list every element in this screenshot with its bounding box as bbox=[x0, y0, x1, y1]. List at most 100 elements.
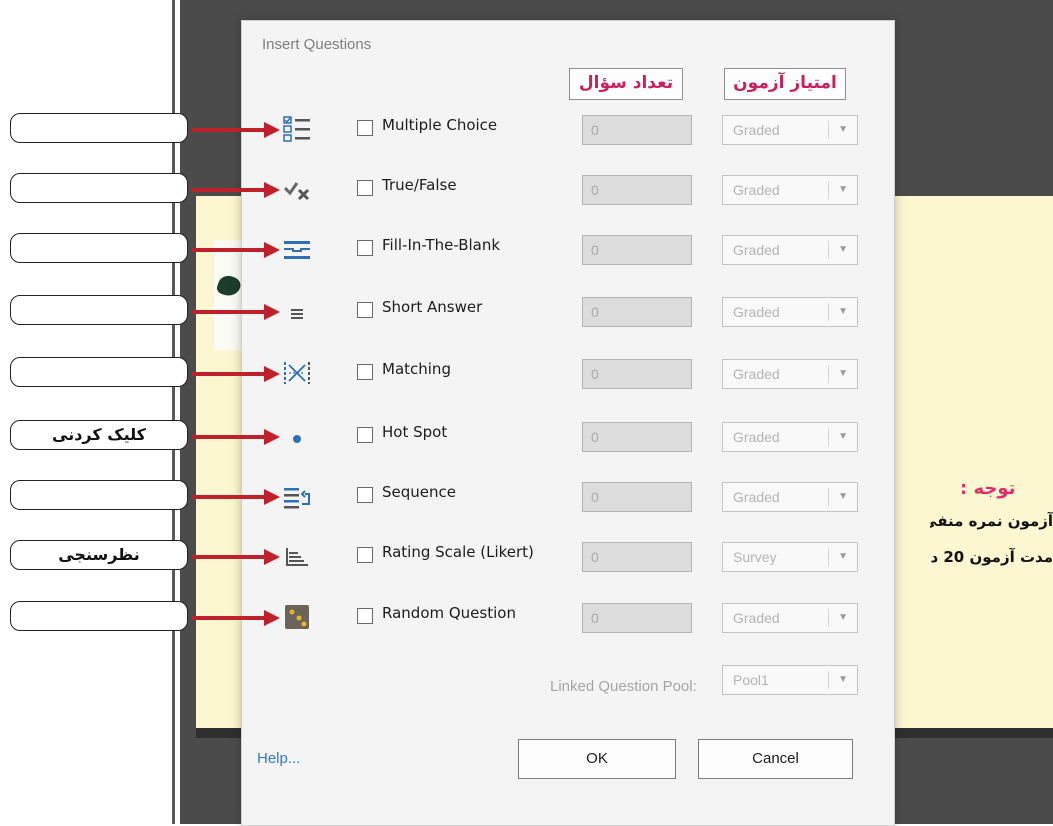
question-type-row: کلیک کردنی Hot Spot 0 Graded ▼ bbox=[0, 417, 1053, 457]
cancel-button[interactable]: Cancel bbox=[698, 739, 853, 779]
callout-box: کلیک کردنی bbox=[10, 420, 188, 450]
grading-mode-select[interactable]: Graded ▼ bbox=[722, 603, 858, 633]
question-type-label: Multiple Choice bbox=[382, 116, 498, 134]
question-type-row: Fill-In-The-Blank 0 Graded ▼ bbox=[0, 230, 1053, 270]
dropdown-arrow-icon: ▼ bbox=[838, 674, 848, 685]
question-type-checkbox[interactable] bbox=[357, 240, 373, 256]
question-type-label: Matching bbox=[382, 360, 451, 378]
question-type-label: Random Question bbox=[382, 604, 516, 622]
linked-pool-select[interactable]: Pool1 ▼ bbox=[722, 665, 858, 695]
question-type-checkbox[interactable] bbox=[357, 487, 373, 503]
callout-box bbox=[10, 173, 188, 203]
grading-mode-value: Graded bbox=[733, 242, 780, 258]
question-type-row: Random Question 0 Graded ▼ bbox=[0, 598, 1053, 638]
question-type-checkbox[interactable] bbox=[357, 547, 373, 563]
arrow-icon bbox=[192, 366, 280, 382]
question-type-label: Fill-In-The-Blank bbox=[382, 236, 501, 254]
arrow-icon bbox=[192, 182, 280, 198]
rating-scale-icon bbox=[280, 541, 314, 571]
dropdown-arrow-icon: ▼ bbox=[838, 368, 848, 379]
arrow-icon bbox=[192, 304, 280, 320]
callout-box: نظرسنجی bbox=[10, 540, 188, 570]
grading-mode-select[interactable]: Graded ▼ bbox=[722, 115, 858, 145]
grading-mode-value: Graded bbox=[733, 182, 780, 198]
question-type-row: True/False 0 Graded ▼ bbox=[0, 170, 1053, 210]
question-type-label: Short Answer bbox=[382, 298, 483, 316]
question-type-checkbox[interactable] bbox=[357, 427, 373, 443]
question-type-checkbox[interactable] bbox=[357, 608, 373, 624]
arrow-icon bbox=[192, 610, 280, 626]
grading-mode-select[interactable]: Survey ▼ bbox=[722, 542, 858, 572]
question-count-input[interactable]: 0 bbox=[582, 359, 692, 389]
random-question-icon bbox=[280, 602, 314, 632]
dropdown-arrow-icon: ▼ bbox=[838, 551, 848, 562]
question-count-input[interactable]: 0 bbox=[582, 235, 692, 265]
dropdown-arrow-icon: ▼ bbox=[838, 184, 848, 195]
grading-mode-value: Graded bbox=[733, 429, 780, 445]
grading-mode-value: Graded bbox=[733, 610, 780, 626]
grading-mode-value: Survey bbox=[733, 549, 777, 565]
arrow-icon bbox=[192, 489, 280, 505]
question-count-input[interactable]: 0 bbox=[582, 297, 692, 327]
question-type-checkbox[interactable] bbox=[357, 180, 373, 196]
question-count-input[interactable]: 0 bbox=[582, 175, 692, 205]
question-type-row: Short Answer 0 Graded ▼ bbox=[0, 292, 1053, 332]
short-answer-icon bbox=[280, 296, 314, 326]
matching-icon bbox=[280, 358, 314, 388]
question-type-label: Rating Scale (Likert) bbox=[382, 543, 534, 561]
dropdown-arrow-icon: ▼ bbox=[838, 306, 848, 317]
callout-box bbox=[10, 113, 188, 143]
question-type-row: Sequence 0 Graded ▼ bbox=[0, 477, 1053, 517]
question-count-input[interactable]: 0 bbox=[582, 422, 692, 452]
callout-box bbox=[10, 233, 188, 263]
grading-mode-select[interactable]: Graded ▼ bbox=[722, 482, 858, 512]
arrow-icon bbox=[192, 242, 280, 258]
dropdown-arrow-icon: ▼ bbox=[838, 491, 848, 502]
dropdown-arrow-icon: ▼ bbox=[838, 612, 848, 623]
fill-in-blank-icon bbox=[280, 234, 314, 264]
question-count-input[interactable]: 0 bbox=[582, 542, 692, 572]
arrow-icon bbox=[192, 549, 280, 565]
grading-mode-select[interactable]: Graded ▼ bbox=[722, 175, 858, 205]
grading-mode-value: Graded bbox=[733, 304, 780, 320]
multiple-choice-icon bbox=[280, 114, 314, 144]
question-count-input[interactable]: 0 bbox=[582, 603, 692, 633]
linked-pool-value: Pool1 bbox=[733, 672, 769, 688]
grading-mode-value: Graded bbox=[733, 366, 780, 382]
question-type-row: نظرسنجی Rating Scale (Likert) 0 Survey ▼ bbox=[0, 537, 1053, 577]
hot-spot-icon bbox=[280, 421, 314, 451]
true-false-icon bbox=[280, 174, 314, 204]
callout-box bbox=[10, 480, 188, 510]
dropdown-arrow-icon: ▼ bbox=[838, 244, 848, 255]
sequence-icon bbox=[280, 481, 314, 511]
grading-mode-select[interactable]: Graded ▼ bbox=[722, 422, 858, 452]
grading-mode-select[interactable]: Graded ▼ bbox=[722, 359, 858, 389]
question-type-row: Matching 0 Graded ▼ bbox=[0, 354, 1053, 394]
question-type-checkbox[interactable] bbox=[357, 364, 373, 380]
linked-pool-label: Linked Question Pool: bbox=[550, 678, 697, 695]
grading-mode-value: Graded bbox=[733, 122, 780, 138]
dropdown-arrow-icon: ▼ bbox=[838, 124, 848, 135]
arrow-icon bbox=[192, 122, 280, 138]
question-type-label: True/False bbox=[382, 176, 457, 194]
question-type-label: Sequence bbox=[382, 483, 456, 501]
callout-box bbox=[10, 295, 188, 325]
dropdown-arrow-icon: ▼ bbox=[838, 431, 848, 442]
question-type-row: Multiple Choice 0 Graded ▼ bbox=[0, 110, 1053, 150]
count-column-header: تعداد سؤال bbox=[569, 68, 683, 100]
grading-mode-value: Graded bbox=[733, 489, 780, 505]
help-link[interactable]: Help... bbox=[257, 750, 300, 767]
question-count-input[interactable]: 0 bbox=[582, 482, 692, 512]
grading-mode-select[interactable]: Graded ▼ bbox=[722, 235, 858, 265]
question-type-checkbox[interactable] bbox=[357, 302, 373, 318]
score-column-header: امتیاز آزمون bbox=[724, 68, 846, 100]
grading-mode-select[interactable]: Graded ▼ bbox=[722, 297, 858, 327]
ok-button[interactable]: OK bbox=[518, 739, 676, 779]
question-type-label: Hot Spot bbox=[382, 423, 448, 441]
question-count-input[interactable]: 0 bbox=[582, 115, 692, 145]
callout-box bbox=[10, 601, 188, 631]
callout-box bbox=[10, 357, 188, 387]
question-type-checkbox[interactable] bbox=[357, 120, 373, 136]
dialog-title: Insert Questions bbox=[262, 36, 372, 53]
arrow-icon bbox=[192, 429, 280, 445]
